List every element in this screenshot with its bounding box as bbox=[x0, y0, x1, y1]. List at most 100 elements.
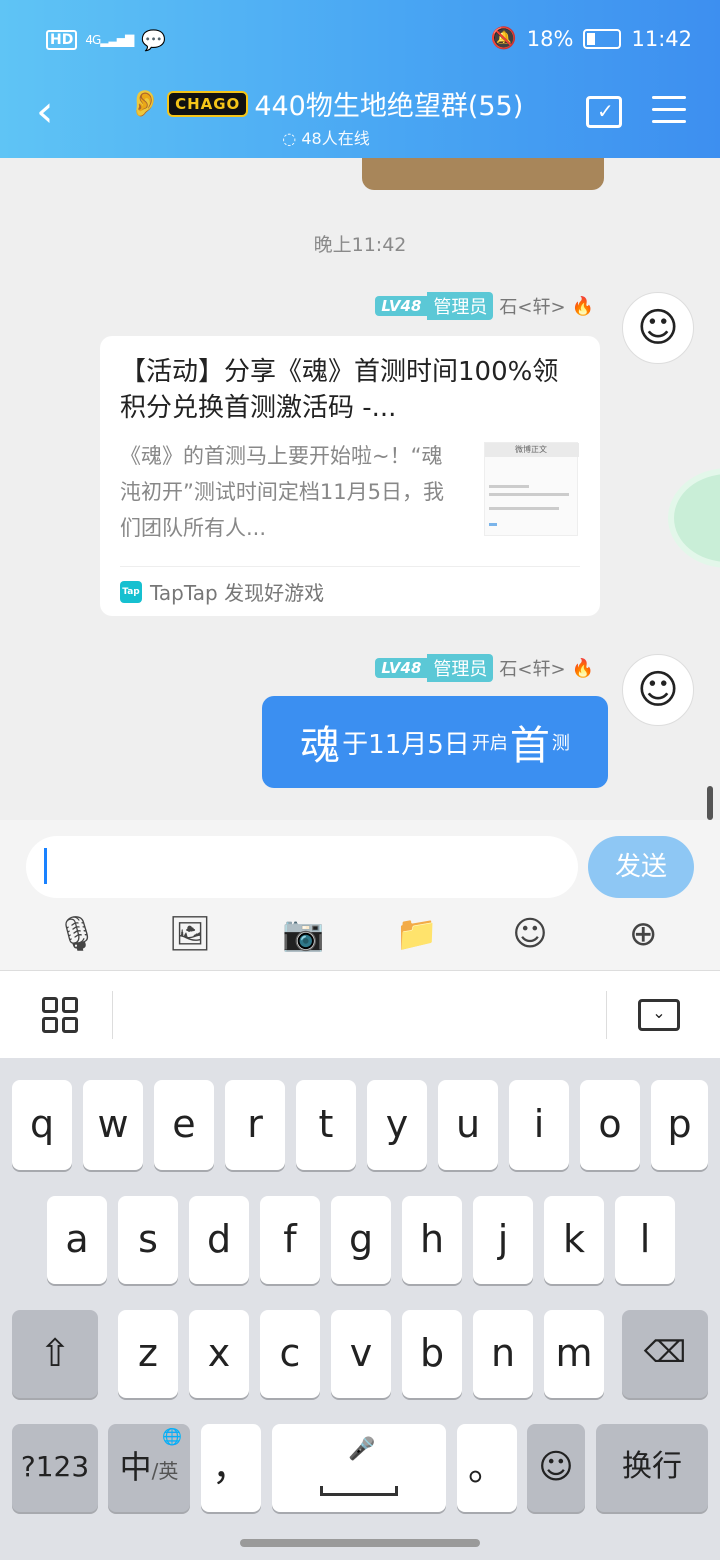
message-text-part: 于11月5日 bbox=[342, 729, 470, 760]
battery-icon bbox=[583, 28, 622, 49]
group-logo: CHAGO bbox=[167, 90, 249, 117]
card-source-label: TapTap 发现好游戏 bbox=[150, 581, 325, 605]
card-title: 【活动】分享《魂》首测时间100%领积分兑换首测激活码 -... bbox=[120, 357, 559, 423]
avatar[interactable]: ☺ bbox=[622, 292, 694, 364]
globe-icon: 🌐 bbox=[162, 1427, 182, 1446]
key-i[interactable]: i bbox=[509, 1080, 569, 1170]
fire-icon: 🔥 bbox=[571, 295, 594, 317]
calendar-check-icon[interactable] bbox=[586, 96, 622, 128]
chat-area[interactable]: 晚上11:42 LV48 管理员 石<轩> 🔥 ☺ 【活动】分享《魂》首测时间1… bbox=[0, 158, 720, 820]
keyboard-toolbar: ⌄ bbox=[0, 970, 720, 1058]
menu-icon[interactable] bbox=[652, 96, 686, 126]
send-button[interactable]: 发送 bbox=[588, 836, 694, 898]
key-t[interactable]: t bbox=[296, 1080, 356, 1170]
composer-toolbar: 🎙 🖼 📷 📁 ☺ ⊕ bbox=[0, 912, 720, 962]
key-n[interactable]: n bbox=[473, 1310, 533, 1398]
key-b[interactable]: b bbox=[402, 1310, 462, 1398]
key-s[interactable]: s bbox=[118, 1196, 178, 1284]
key-z[interactable]: z bbox=[118, 1310, 178, 1398]
message-text-part: 首 bbox=[509, 723, 550, 769]
key-v[interactable]: v bbox=[331, 1310, 391, 1398]
floating-wechat-icon[interactable] bbox=[668, 468, 720, 568]
sender-name[interactable]: 石<轩> bbox=[499, 293, 565, 319]
taptap-icon: Tap bbox=[120, 580, 142, 603]
fire-icon: 🔥 bbox=[571, 657, 594, 679]
hd-badge: HD bbox=[46, 30, 78, 50]
message-input[interactable] bbox=[26, 836, 578, 898]
message-timestamp: 晚上11:42 bbox=[313, 234, 407, 256]
status-left: HD 4G▂▃▅▇ 💬 bbox=[46, 28, 166, 52]
back-icon[interactable]: ‹ bbox=[36, 90, 76, 134]
message-text-part: 测 bbox=[551, 733, 570, 754]
grid-icon[interactable] bbox=[42, 997, 78, 1033]
key-g[interactable]: g bbox=[331, 1196, 391, 1284]
card-source: Tap TapTap 发现好游戏 bbox=[120, 566, 580, 606]
plus-icon[interactable]: ⊕ bbox=[621, 912, 665, 956]
level-badge: LV48 bbox=[375, 296, 428, 316]
key-l[interactable]: l bbox=[615, 1196, 675, 1284]
text-cursor bbox=[44, 848, 47, 884]
group-title-area[interactable]: 👂 CHAGO 440物生地绝望群(55) ◌ 48人在线 bbox=[96, 84, 556, 149]
emoji-icon[interactable]: ☺ bbox=[508, 912, 552, 956]
home-indicator[interactable] bbox=[240, 1539, 480, 1547]
level-badge: LV48 bbox=[375, 658, 428, 678]
mute-icon: 🔕 bbox=[490, 26, 517, 50]
sender-info: LV48 管理员 石<轩> 🔥 bbox=[375, 292, 594, 320]
key-c[interactable]: c bbox=[260, 1310, 320, 1398]
folder-icon[interactable]: 📁 bbox=[395, 912, 439, 956]
online-count: ◌ 48人在线 bbox=[282, 129, 370, 148]
backspace-key[interactable]: ⌫ bbox=[622, 1310, 708, 1398]
period-key[interactable]: 。 bbox=[457, 1424, 517, 1512]
text-message-bubble[interactable]: 魂 于11月5日 开启 首 测 bbox=[262, 696, 608, 788]
key-u[interactable]: u bbox=[438, 1080, 498, 1170]
key-k[interactable]: k bbox=[544, 1196, 604, 1284]
message-composer: 发送 🎙 🖼 📷 📁 ☺ ⊕ bbox=[0, 820, 720, 970]
key-o[interactable]: o bbox=[580, 1080, 640, 1170]
key-p[interactable]: p bbox=[651, 1080, 708, 1170]
image-icon[interactable]: 🖼 bbox=[168, 912, 212, 956]
battery-percent: 18% bbox=[526, 26, 574, 51]
ear-icon: 👂 bbox=[128, 88, 162, 119]
key-e[interactable]: e bbox=[154, 1080, 214, 1170]
signal-icon: 4G▂▃▅▇ bbox=[85, 33, 134, 47]
microphone-icon[interactable]: 🎙 bbox=[55, 912, 99, 956]
microphone-icon: 🎤 bbox=[348, 1437, 376, 1462]
clock: 11:42 bbox=[631, 26, 692, 51]
key-w[interactable]: w bbox=[83, 1080, 143, 1170]
key-j[interactable]: j bbox=[473, 1196, 533, 1284]
card-description: 《魂》的首测马上要开始啦~！“魂沌初开”测试时间定档11月5日，我们团队所有人.… bbox=[120, 444, 444, 540]
message-text-part: 开启 bbox=[471, 733, 508, 754]
key-x[interactable]: x bbox=[189, 1310, 249, 1398]
key-f[interactable]: f bbox=[260, 1196, 320, 1284]
hide-keyboard-icon[interactable]: ⌄ bbox=[638, 999, 680, 1031]
role-badge: 管理员 bbox=[427, 292, 494, 320]
group-title: 440物生地绝望群(55) bbox=[254, 91, 524, 122]
message-text-part: 魂 bbox=[300, 723, 341, 769]
card-thumbnail: 微博正文 bbox=[484, 442, 579, 536]
key-d[interactable]: d bbox=[189, 1196, 249, 1284]
previous-image-message[interactable] bbox=[362, 158, 604, 190]
emoji-key[interactable]: ☺ bbox=[527, 1424, 585, 1512]
avatar[interactable]: ☺ bbox=[622, 654, 694, 726]
key-a[interactable]: a bbox=[47, 1196, 107, 1284]
sender-name[interactable]: 石<轩> bbox=[499, 655, 565, 681]
wechat-icon: 💬 bbox=[141, 28, 167, 52]
shift-key[interactable]: ⇧ bbox=[12, 1310, 98, 1398]
language-switch-key[interactable]: 中/英 🌐 bbox=[108, 1424, 190, 1512]
key-m[interactable]: m bbox=[544, 1310, 604, 1398]
key-h[interactable]: h bbox=[402, 1196, 462, 1284]
comma-key[interactable]: ， bbox=[201, 1424, 261, 1512]
key-r[interactable]: r bbox=[225, 1080, 285, 1170]
key-y[interactable]: y bbox=[367, 1080, 427, 1170]
role-badge: 管理员 bbox=[427, 654, 494, 682]
status-bar: HD 4G▂▃▅▇ 💬 🔕 18% 11:42 bbox=[0, 0, 720, 80]
space-key[interactable]: 🎤 bbox=[272, 1424, 446, 1512]
status-right: 🔕 18% 11:42 bbox=[491, 26, 692, 51]
scrollbar[interactable] bbox=[707, 786, 713, 820]
sender-info: LV48 管理员 石<轩> 🔥 bbox=[375, 654, 594, 682]
key-q[interactable]: q bbox=[12, 1080, 72, 1170]
shared-link-card[interactable]: 【活动】分享《魂》首测时间100%领积分兑换首测激活码 -... 《魂》的首测马… bbox=[100, 336, 600, 616]
camera-icon[interactable]: 📷 bbox=[281, 912, 325, 956]
enter-key[interactable]: 换行 bbox=[596, 1424, 708, 1512]
symbols-key[interactable]: ?123 bbox=[12, 1424, 98, 1512]
